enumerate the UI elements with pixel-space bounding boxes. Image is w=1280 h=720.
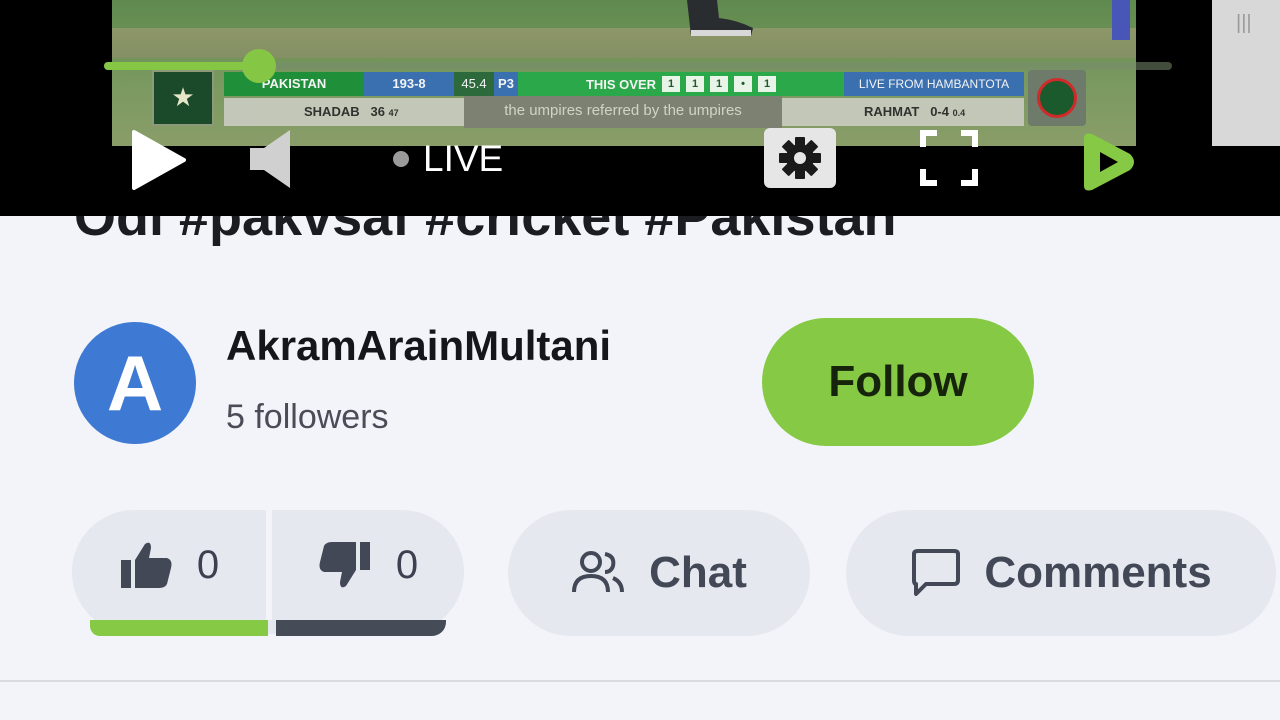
live-dot-icon — [393, 151, 409, 167]
dislike-button[interactable]: 0 — [272, 510, 464, 620]
like-count: 0 — [196, 542, 220, 587]
progress-fill — [104, 62, 259, 70]
dislike-count: 0 — [395, 542, 419, 587]
video-title-text: Odi #pakvsaf #cricket #Pakistan — [74, 216, 897, 247]
progress-bar[interactable] — [104, 49, 1172, 83]
rumble-logo-icon — [1084, 133, 1134, 191]
like-button[interactable]: 0 — [72, 510, 266, 620]
channel-name[interactable]: AkramArainMultani — [226, 322, 611, 370]
fullscreen-button[interactable] — [918, 128, 980, 188]
this-over-ball: 1 — [710, 76, 729, 92]
batter-name: SHADAB — [304, 104, 360, 119]
live-label: LIVE — [423, 138, 504, 179]
volume-button[interactable] — [246, 128, 296, 190]
chat-label: Chat — [649, 548, 747, 597]
section-divider — [0, 680, 1280, 682]
scorebug-venue: LIVE FROM HAMBANTOTA — [844, 72, 1024, 96]
scorebug-players-row: SHADAB 36 47 the umpires referred by the… — [224, 96, 1024, 128]
fullscreen-icon — [920, 130, 978, 186]
afghanistan-badge-icon — [1028, 70, 1086, 126]
play-icon — [132, 130, 186, 190]
live-indicator: LIVE — [393, 134, 503, 184]
comments-button[interactable]: Comments — [846, 510, 1276, 636]
video-player[interactable]: ★ PAKISTAN 193-8 45.4 P3 THIS OVER 1 1 1… — [0, 0, 1280, 216]
progress-handle[interactable] — [241, 49, 276, 83]
player-shoe-image — [687, 0, 753, 36]
volume-icon — [250, 130, 290, 188]
scorebug-powerplay: P3 — [494, 72, 518, 96]
scorebug-this-over: THIS OVER 1 1 1 • 1 — [518, 72, 844, 96]
rumble-logo-button[interactable] — [1074, 130, 1140, 194]
like-ratio-bar — [90, 620, 268, 636]
this-over-label: THIS OVER — [585, 76, 657, 92]
vote-pill: 0 0 — [72, 510, 464, 634]
scorebug-score: 193-8 — [364, 72, 454, 96]
dislike-ratio-bar — [276, 620, 446, 636]
follow-button[interactable]: Follow — [762, 318, 1034, 446]
batter-balls: 47 — [388, 108, 399, 118]
menu-lines-icon: ||| — [1236, 12, 1252, 34]
chat-button[interactable]: Chat — [508, 510, 810, 636]
scorebug-overs: 45.4 — [454, 72, 494, 96]
this-over-ball: 1 — [686, 76, 705, 92]
bowler-figures: 0-4 — [930, 104, 949, 119]
channel-avatar[interactable]: A — [74, 322, 196, 444]
this-over-ball: 1 — [758, 76, 777, 92]
this-over-ball: • — [734, 76, 753, 92]
bowler-line: RAHMAT 0-4 0.4 — [864, 104, 965, 119]
follower-count: 5 followers — [226, 398, 389, 436]
scorebug: ★ PAKISTAN 193-8 45.4 P3 THIS OVER 1 1 1… — [152, 70, 1096, 128]
thumbs-down-icon — [319, 542, 370, 588]
side-panel: ||| — [1212, 0, 1280, 146]
bowler-overs: 0.4 — [952, 108, 966, 118]
batter-line: SHADAB 36 47 — [304, 104, 399, 119]
scorebug-caption: the umpires referred by the umpires — [464, 96, 782, 128]
video-title: Odi #pakvsaf #cricket #Pakistan — [74, 216, 1174, 248]
comment-icon — [912, 549, 961, 596]
settings-button[interactable] — [764, 128, 836, 188]
people-icon — [572, 551, 625, 593]
pakistan-flag-icon: ★ — [152, 70, 214, 126]
gear-icon — [779, 137, 821, 179]
comments-label: Comments — [984, 548, 1212, 597]
batter-runs: 36 — [370, 104, 385, 119]
this-over-ball: 1 — [662, 76, 681, 92]
boundary-board — [1112, 0, 1130, 40]
thumbs-up-icon — [120, 542, 172, 588]
player-controls: LIVE — [0, 128, 1280, 191]
bowler-name: RAHMAT — [864, 104, 920, 119]
play-button[interactable] — [126, 128, 190, 192]
